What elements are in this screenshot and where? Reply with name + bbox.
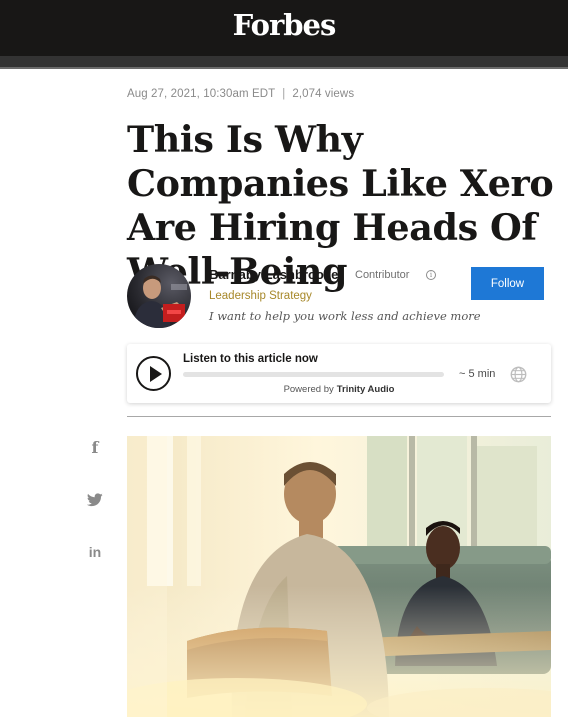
nav-strip-divider xyxy=(0,67,568,69)
twitter-share-button[interactable] xyxy=(84,489,106,511)
audio-progress-bar[interactable] xyxy=(183,372,444,377)
section-divider xyxy=(127,416,551,417)
follow-button[interactable]: Follow xyxy=(471,267,544,300)
article-meta: Aug 27, 2021, 10:30am EDT | 2,074 views xyxy=(127,88,354,100)
linkedin-icon: in xyxy=(88,544,102,560)
facebook-share-button[interactable]: f xyxy=(84,437,106,459)
globe-icon[interactable] xyxy=(510,366,527,383)
audio-title: Listen to this article now xyxy=(183,353,318,365)
author-topic-link[interactable]: Leadership Strategy xyxy=(209,290,312,302)
author-name[interactable]: Barnaby Lashbrooke xyxy=(209,267,338,282)
powered-by-label: Powered by xyxy=(283,384,334,395)
twitter-icon xyxy=(86,493,103,507)
play-icon xyxy=(150,366,162,382)
facebook-icon: f xyxy=(91,438,99,457)
author-avatar[interactable] xyxy=(127,264,191,328)
forbes-logo[interactable]: Forbes xyxy=(0,8,568,42)
author-bio: I want to help you work less and achieve… xyxy=(209,309,481,323)
author-role: Contributor xyxy=(355,269,410,281)
meta-separator: | xyxy=(282,88,286,100)
trinity-audio-link[interactable]: Trinity Audio xyxy=(337,384,395,395)
view-count: 2,074 views xyxy=(292,88,355,100)
hero-image xyxy=(127,436,551,717)
publish-date: Aug 27, 2021, 10:30am EDT xyxy=(127,88,276,100)
powered-by: Powered by Trinity Audio xyxy=(127,384,551,395)
linkedin-share-button[interactable]: in xyxy=(84,541,106,563)
audio-player: Listen to this article now ~ 5 min Power… xyxy=(127,344,551,403)
info-icon[interactable]: i xyxy=(426,270,436,280)
site-header: Forbes xyxy=(0,0,568,56)
audio-duration: ~ 5 min xyxy=(459,368,496,380)
